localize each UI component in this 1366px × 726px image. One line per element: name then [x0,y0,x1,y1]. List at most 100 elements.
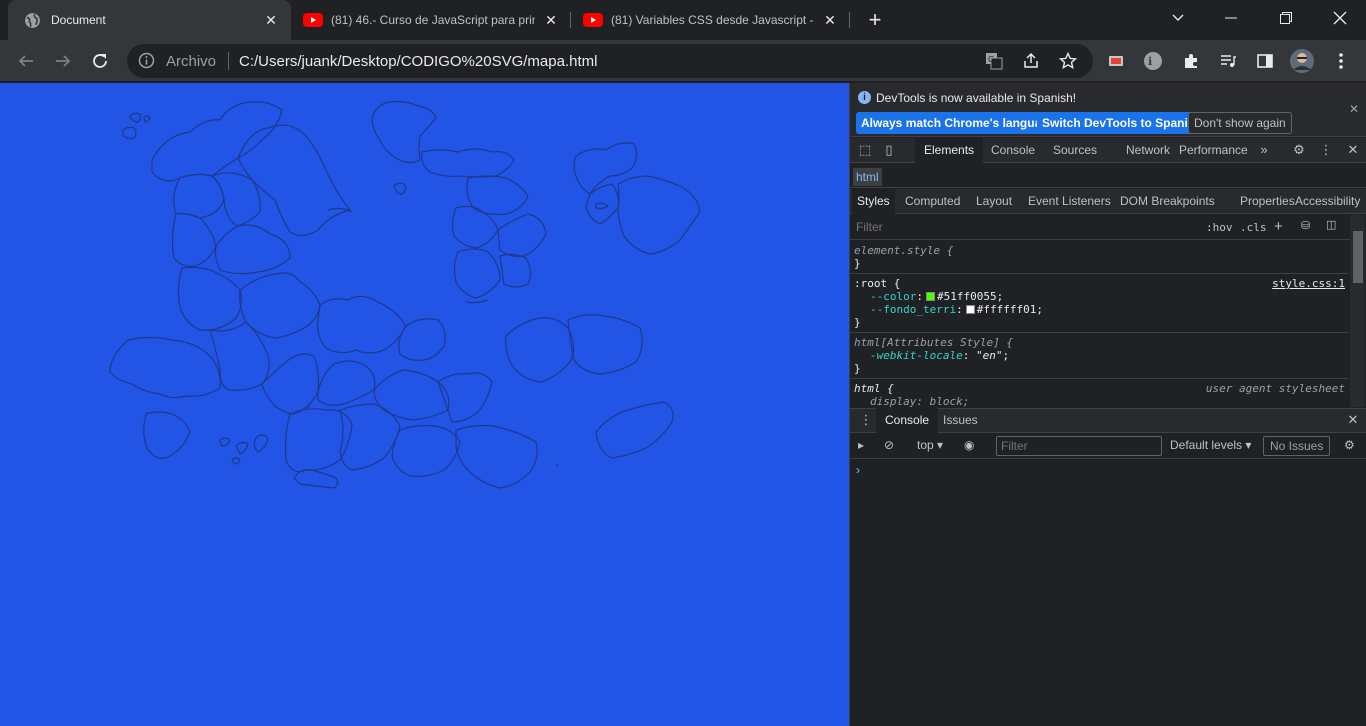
map-territory[interactable] [122,126,137,140]
tab-layout[interactable]: Layout [971,189,1017,214]
map-territory[interactable] [617,175,701,255]
map-territory[interactable] [573,142,638,195]
console-prompt[interactable]: › [856,463,860,477]
close-icon[interactable]: ✕ [263,12,279,28]
close-icon[interactable]: ✕ [1345,412,1361,428]
side-panel-button[interactable] [1252,48,1278,74]
scrollbar-thumb[interactable] [1353,231,1363,283]
map-territory[interactable] [177,266,242,331]
dont-show-button[interactable]: Don't show again [1188,112,1292,134]
url-text[interactable]: C:/Users/juank/Desktop/CODIGO%20SVG/mapa… [239,53,597,70]
color-swatch[interactable] [965,305,975,314]
forward-button[interactable] [50,48,76,74]
toggle-sidebar-icon[interactable]: ◫ [1326,218,1336,231]
context-selector[interactable]: top ▾ [917,438,943,452]
drawer-menu-icon[interactable]: ⋮ [858,412,874,428]
switch-language-button[interactable]: Switch DevTools to Spanish [1037,112,1207,134]
map-territory[interactable] [455,424,538,489]
close-icon[interactable]: ✕ [822,12,838,28]
translate-icon[interactable]: G [985,52,1003,70]
map-territory[interactable] [109,336,221,399]
map-territory[interactable] [595,202,609,210]
hov-toggle[interactable]: :hov [1206,221,1233,234]
drawer-tab-issues[interactable]: Issues [934,408,987,433]
styles-filter-input[interactable] [852,217,1194,237]
map-territory[interactable] [219,437,231,447]
star-icon[interactable] [1059,52,1077,70]
map-territory[interactable] [209,321,270,391]
tab-accessibility[interactable]: Accessibility [1290,189,1365,214]
css-value[interactable]: #51ff0055 [937,290,997,303]
tab-event-listeners[interactable]: Event Listeners [1023,189,1116,214]
kebab-menu-icon[interactable]: ⋮ [1318,142,1334,158]
styles-scrollbar[interactable] [1350,215,1365,407]
match-language-button[interactable]: Always match Chrome's language [856,112,1061,134]
source-link[interactable]: style.css:1 [1272,277,1345,290]
map-territory[interactable] [505,317,575,383]
map-territory[interactable] [237,124,351,237]
map-territory[interactable] [214,224,291,275]
map-territory[interactable] [437,372,493,423]
map-territory[interactable] [171,212,217,267]
drawer-tab-console[interactable]: Console [876,408,939,433]
device-toolbar-icon[interactable]: ▯ [881,142,897,158]
map-territory[interactable] [235,441,249,455]
back-button[interactable] [13,48,39,74]
cls-toggle[interactable]: .cls [1240,221,1267,234]
map-territory[interactable] [373,369,450,421]
tab-document[interactable]: Document ✕ [8,0,291,40]
tab-youtube-variables[interactable]: (81) Variables CSS desde Javascript - Yo… [571,0,849,40]
map-territory[interactable] [497,213,547,257]
map-territory[interactable] [317,295,407,354]
close-icon[interactable]: ✕ [1349,102,1359,116]
issues-counter[interactable]: No Issues [1263,436,1331,456]
map-territory[interactable] [293,469,339,489]
map-territory[interactable] [393,182,407,195]
eye-icon[interactable]: ◉ [964,438,974,452]
css-value[interactable]: #ffffff01 [977,303,1037,316]
rule-selector[interactable]: :root { [854,277,900,290]
map-territory[interactable] [317,360,376,406]
clear-console-icon[interactable]: ⊘ [884,438,894,452]
map-territory[interactable] [211,172,261,227]
map-territory[interactable] [231,457,241,465]
map-territory[interactable] [453,248,501,299]
css-property[interactable]: --color [854,290,916,303]
tab-youtube-course[interactable]: (81) 46.- Curso de JavaScript para princ… [291,0,570,40]
profile-button[interactable] [1289,48,1315,74]
gear-icon[interactable]: ⚙ [1291,142,1307,158]
close-icon[interactable]: ✕ [543,12,559,28]
tab-performance[interactable]: Performance [1170,138,1257,163]
map-territory[interactable] [421,148,515,178]
extension-profile-button[interactable]: ℹ [1140,48,1166,74]
map-territory[interactable] [143,411,191,459]
css-property[interactable]: --fondo_terri [854,303,956,316]
map-territory[interactable] [129,112,142,123]
map-territory[interactable] [261,353,320,415]
more-tabs-icon[interactable]: » [1256,142,1272,158]
map-territory[interactable] [371,100,437,164]
address-bar[interactable]: Archivo C:/Users/juank/Desktop/CODIGO%20… [127,44,1093,78]
close-icon[interactable]: ✕ [1345,142,1361,158]
map-territory[interactable] [143,115,151,123]
info-icon[interactable] [138,52,155,69]
menu-button[interactable] [1328,48,1354,74]
map-territory[interactable] [151,101,283,182]
map-territory[interactable] [595,401,674,459]
new-tab-button[interactable]: + [862,8,888,34]
tab-styles[interactable]: Styles [852,189,895,214]
map-territory[interactable] [391,424,461,477]
restore-button[interactable] [1263,0,1309,36]
inspect-icon[interactable]: ⬚ [857,142,873,158]
console-filter-input[interactable] [996,436,1162,456]
map-territory[interactable] [451,205,499,249]
map-territory[interactable] [253,434,269,453]
color-swatch[interactable] [925,292,935,301]
tab-elements[interactable]: Elements [915,138,984,163]
tab-console[interactable]: Console [982,138,1044,163]
extension-cast-button[interactable] [1103,48,1129,74]
map-territory[interactable] [567,314,643,375]
share-icon[interactable] [1022,52,1040,70]
paint-icon[interactable]: ⛁ [1301,219,1310,232]
map-territory[interactable] [499,253,532,288]
